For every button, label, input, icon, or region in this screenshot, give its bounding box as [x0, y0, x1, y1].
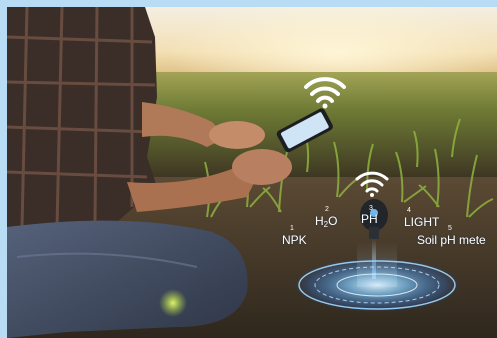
lens-flare	[159, 289, 187, 317]
meter-index: 5	[448, 225, 452, 232]
image-frame: 1 NPK 2 H2O 3 PH 4 LIGHT 5 Soil pH mete	[0, 0, 497, 338]
h2o-label: H2O	[315, 214, 338, 229]
farm-photo: 1 NPK 2 H2O 3 PH 4 LIGHT 5 Soil pH mete	[7, 7, 497, 338]
farm-scene	[7, 7, 497, 338]
npk-label: NPK	[282, 233, 307, 247]
hand-pointing	[209, 121, 265, 149]
jeans	[7, 220, 248, 338]
hand-holding-phone	[232, 149, 292, 185]
npk-index: 1	[290, 225, 294, 232]
ph-index: 3	[369, 205, 373, 212]
light-label: LIGHT	[404, 215, 440, 229]
soil-ph-meter-label: Soil pH mete	[417, 233, 486, 247]
light-index: 4	[407, 207, 411, 214]
h2o-index: 2	[325, 206, 329, 213]
ph-label: PH	[361, 212, 378, 226]
